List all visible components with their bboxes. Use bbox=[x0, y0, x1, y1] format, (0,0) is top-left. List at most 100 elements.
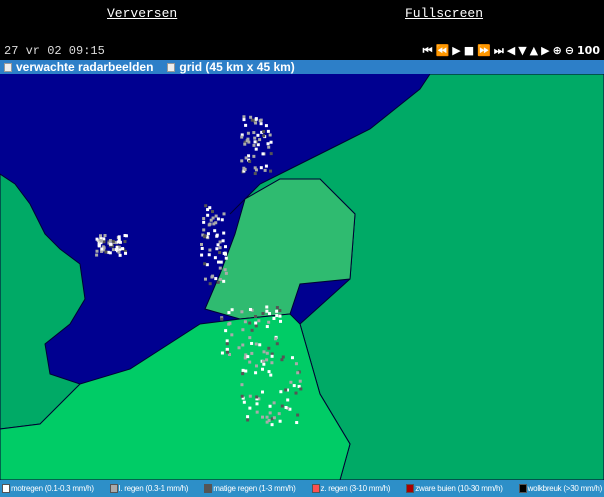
radar-pixel bbox=[255, 402, 259, 406]
radar-pixel bbox=[260, 390, 264, 394]
forecast-toggle[interactable]: verwachte radarbeelden bbox=[4, 60, 153, 74]
radar-pixel bbox=[200, 246, 204, 250]
radar-pixel bbox=[265, 309, 269, 313]
radar-pixel bbox=[248, 406, 252, 410]
legend-swatch bbox=[2, 484, 10, 494]
radar-pixel bbox=[265, 358, 269, 362]
radar-pixel bbox=[265, 305, 269, 309]
radar-pixel bbox=[250, 328, 254, 332]
radar-pixel bbox=[267, 320, 271, 324]
radar-pixel bbox=[219, 260, 223, 264]
radar-pixel bbox=[218, 246, 222, 250]
radar-pixel bbox=[222, 231, 226, 235]
radar-pixel bbox=[261, 367, 265, 371]
radar-pixel bbox=[221, 239, 225, 243]
radar-pixel bbox=[215, 247, 219, 251]
radar-pixel bbox=[261, 415, 265, 419]
radar-pixel bbox=[254, 321, 258, 325]
radar-pixel bbox=[274, 337, 278, 341]
legend: motregen (0.1-0.3 mm/h) l. regen (0.3-1 m… bbox=[0, 480, 604, 497]
radar-pixel bbox=[250, 341, 254, 345]
radar-pixel bbox=[269, 140, 273, 144]
radar-pixel bbox=[298, 379, 302, 383]
radar-pixel bbox=[218, 277, 222, 281]
radar-pixel bbox=[267, 145, 271, 149]
radar-pixel bbox=[246, 415, 250, 419]
radar-pixel bbox=[279, 390, 283, 394]
pan-left-button[interactable]: ◀ bbox=[507, 44, 515, 58]
play-button[interactable]: ▶ bbox=[452, 44, 460, 58]
radar-pixel bbox=[224, 271, 228, 275]
radar-pixel bbox=[261, 359, 265, 363]
radar-pixel bbox=[218, 266, 222, 270]
legend-item: l. regen (0.3-1 mm/h) bbox=[109, 484, 188, 494]
radar-pixel bbox=[252, 143, 256, 147]
radar-pixel bbox=[207, 223, 211, 227]
radar-pixel bbox=[253, 172, 257, 176]
radar-pixel bbox=[257, 319, 261, 323]
radar-pixel bbox=[203, 277, 207, 281]
radar-pixel bbox=[243, 142, 247, 146]
radar-pixel bbox=[246, 355, 250, 359]
radar-pixel bbox=[225, 347, 229, 351]
radar-map[interactable] bbox=[0, 74, 604, 480]
fast-forward-button[interactable]: ⏩ bbox=[477, 44, 491, 58]
radar-pixel bbox=[243, 167, 247, 171]
radar-pixel bbox=[100, 247, 104, 251]
radar-pixel bbox=[223, 251, 227, 255]
legend-swatch bbox=[109, 484, 118, 494]
last-frame-button[interactable]: ⏭ bbox=[494, 44, 504, 58]
radar-pixel bbox=[269, 169, 273, 173]
forecast-checkbox[interactable] bbox=[4, 63, 12, 73]
first-frame-button[interactable]: ⏮ bbox=[423, 44, 433, 58]
radar-pixel bbox=[248, 159, 252, 163]
radar-pixel bbox=[214, 277, 218, 281]
radar-pixel bbox=[250, 351, 254, 355]
pan-up-button[interactable]: ▲ bbox=[530, 44, 538, 58]
radar-pixel bbox=[248, 360, 252, 364]
radar-pixel bbox=[95, 249, 99, 253]
radar-pixel bbox=[103, 234, 107, 238]
radar-pixel bbox=[242, 118, 246, 122]
grid-checkbox[interactable] bbox=[167, 63, 176, 73]
radar-pixel bbox=[214, 221, 218, 225]
radar-pixel bbox=[228, 321, 232, 325]
radar-pixel bbox=[272, 317, 276, 321]
radar-pixel bbox=[265, 325, 269, 329]
radar-pixel bbox=[123, 240, 127, 244]
radar-pixel bbox=[117, 235, 121, 239]
radar-pixel bbox=[265, 420, 269, 424]
radar-pixel bbox=[240, 383, 244, 387]
zoom-in-button[interactable]: ⊕ bbox=[553, 44, 562, 58]
radar-pixel bbox=[118, 240, 122, 244]
radar-pixel bbox=[248, 394, 252, 398]
zoom-level: 100 bbox=[577, 44, 600, 57]
radar-pixel bbox=[211, 210, 215, 214]
radar-pixel bbox=[268, 133, 272, 137]
legend-swatch bbox=[518, 484, 527, 494]
pan-right-button[interactable]: ▶ bbox=[541, 44, 549, 58]
radar-pixel bbox=[280, 358, 284, 362]
zoom-out-button[interactable]: ⊖ bbox=[565, 44, 574, 58]
radar-pixel bbox=[123, 234, 127, 238]
radar-pixel bbox=[216, 280, 220, 284]
radar-pixel bbox=[248, 307, 252, 311]
stop-button[interactable]: ■ bbox=[464, 44, 474, 58]
radar-pixel bbox=[222, 212, 226, 216]
radar-pixel bbox=[263, 168, 267, 172]
radar-pixel bbox=[240, 159, 244, 163]
radar-pixel bbox=[210, 275, 214, 279]
refresh-link[interactable]: Verversen bbox=[107, 6, 177, 21]
legend-swatch bbox=[406, 484, 415, 494]
radar-pixel bbox=[225, 339, 229, 343]
radar-pixel bbox=[267, 346, 271, 350]
radar-pixel bbox=[264, 164, 268, 168]
radar-pixel bbox=[254, 168, 258, 172]
legend-item: motregen (0.1-0.3 mm/h) bbox=[2, 484, 94, 494]
pan-down-button[interactable]: ▼ bbox=[518, 44, 526, 58]
rewind-button[interactable]: ⏪ bbox=[436, 44, 450, 58]
radar-pixel bbox=[115, 245, 119, 249]
fullscreen-link[interactable]: Fullscreen bbox=[405, 6, 483, 21]
grid-toggle[interactable]: grid (45 km x 45 km) bbox=[167, 60, 295, 74]
grid-label: grid (45 km x 45 km) bbox=[179, 60, 295, 74]
